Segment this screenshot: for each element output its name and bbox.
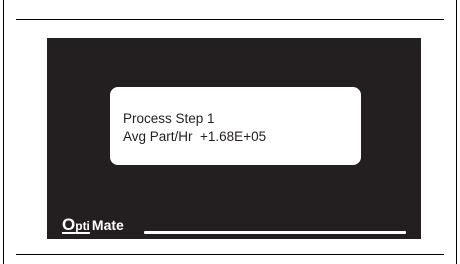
- logo-mate: Mate: [91, 217, 124, 233]
- logo-underline-bar: [144, 231, 406, 234]
- page-frame: Process Step 1 Avg Part/Hr +1.68E+05 Opt…: [0, 0, 460, 264]
- optimate-logo: Opti Mate: [62, 215, 124, 237]
- frame-left-border: [3, 0, 4, 264]
- logo-opti-rest: pti: [75, 219, 90, 233]
- bottom-rule: [16, 254, 444, 255]
- display-line-process-step: Process Step 1: [123, 111, 215, 126]
- frame-right-border: [456, 0, 457, 264]
- lcd-display: Process Step 1 Avg Part/Hr +1.68E+05: [110, 87, 361, 165]
- display-line-avg-parts: Avg Part/Hr +1.68E+05: [123, 129, 267, 144]
- top-rule: [16, 19, 444, 20]
- logo-opti-initial: O: [62, 215, 76, 234]
- device-panel: Process Step 1 Avg Part/Hr +1.68E+05 Opt…: [47, 38, 421, 239]
